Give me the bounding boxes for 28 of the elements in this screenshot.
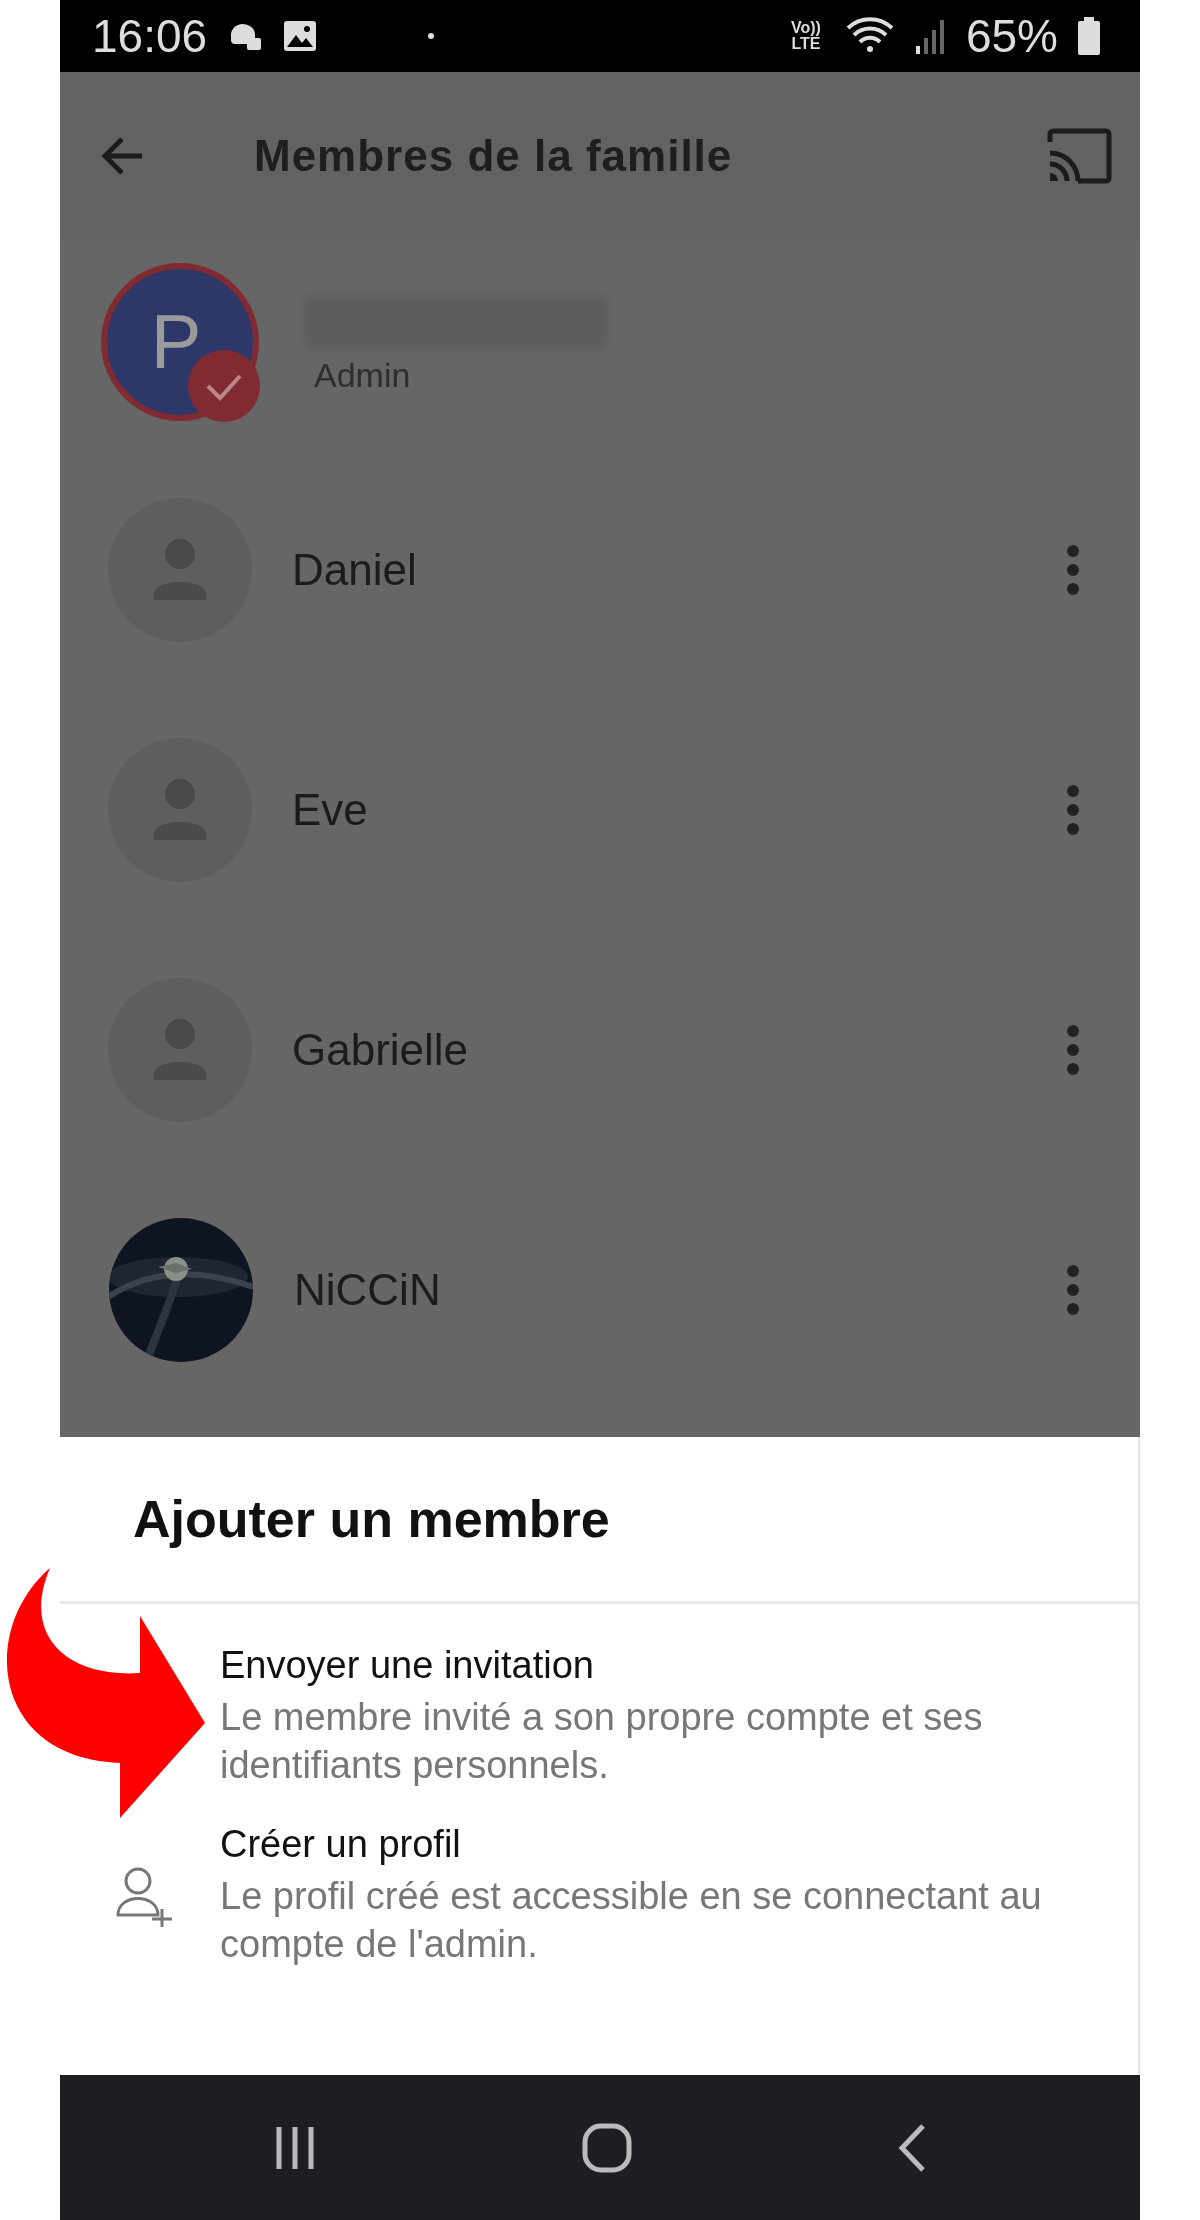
option-description: Le profil créé est accessible en se connectant au compte de l'admin. (220, 1874, 1043, 1967)
option-description: Le membre invité a son propre compte et ses identifiants personnels. (220, 1695, 984, 1788)
member-name[interactable]: NiCCiN (294, 1265, 1026, 1315)
more-options-icon[interactable] (1066, 1264, 1080, 1316)
cast-icon[interactable] (1046, 128, 1112, 184)
member-name[interactable]: Daniel (292, 545, 1026, 595)
sheet-option[interactable]: Créer un profil Le profil créé est accessible en se connectant au compte de l'admin. (220, 1823, 1048, 1968)
battery-icon (1078, 17, 1100, 55)
more-options-icon[interactable] (1066, 1024, 1080, 1076)
back-arrow-icon[interactable] (100, 136, 144, 176)
screen-title: Membres de la famille (254, 131, 734, 181)
image-icon (283, 20, 318, 52)
option-title: Envoyer une invitation (220, 1644, 595, 1687)
signal-icon (915, 18, 946, 54)
role-label: Admin (314, 355, 412, 395)
notification-dot-icon (427, 32, 436, 40)
more-options-icon[interactable] (1066, 784, 1080, 836)
member-name[interactable]: Eve (292, 785, 1026, 835)
battery-level: 65% (965, 9, 1058, 63)
back-icon[interactable] (897, 2122, 928, 2173)
clock: 16:06 (92, 9, 208, 63)
home-icon[interactable] (582, 2122, 632, 2173)
network-label: Vo)) LTE (789, 20, 822, 52)
member-name[interactable]: Gabrielle (292, 1025, 1026, 1075)
more-options-icon[interactable] (1066, 544, 1080, 596)
sheet-option[interactable]: Envoyer une invitation Le membre invité a son propre compte et ses identifiants personnels. (220, 1644, 1048, 1789)
sheet-title: Ajouter un membre (60, 1437, 1138, 1604)
option-title: Créer un profil (220, 1823, 462, 1866)
